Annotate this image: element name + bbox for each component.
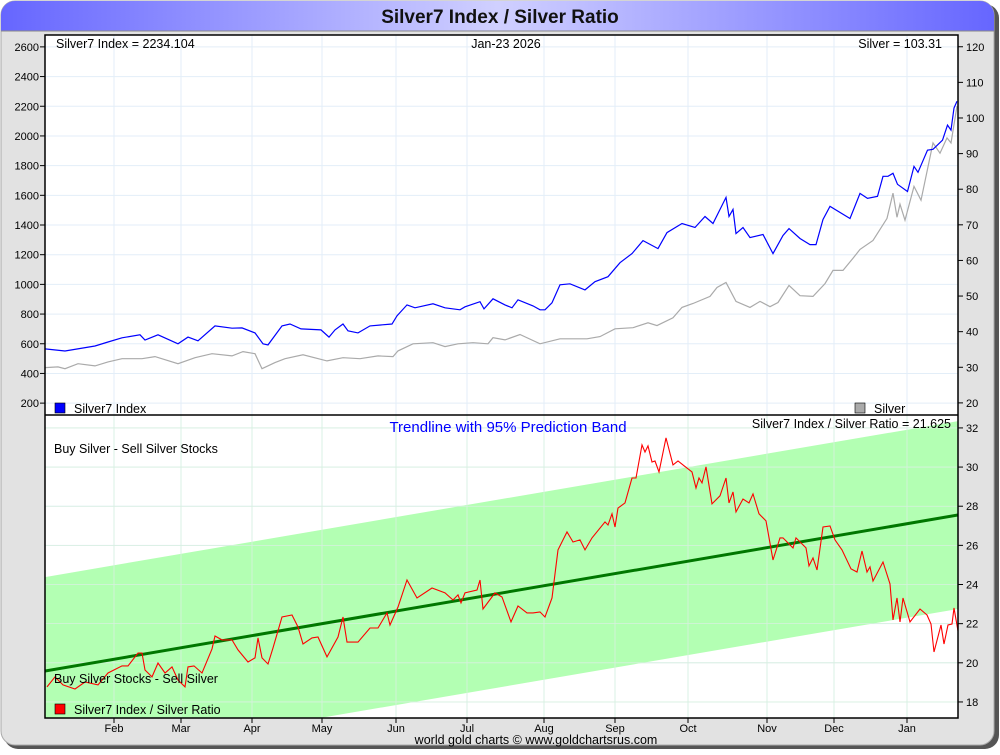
chart-title: Silver7 Index / Silver Ratio [381, 7, 619, 28]
y-right-tick-label: 80 [966, 184, 978, 196]
ratio-tick-label: 28 [966, 501, 978, 513]
silver-readout: Silver = 103.31 [858, 37, 942, 51]
annotation-buy-silver: Buy Silver - Sell Silver Stocks [54, 442, 218, 456]
y-right-tick-label: 90 [966, 149, 978, 161]
ratio-tick-label: 26 [966, 540, 978, 552]
annotation-buy-stocks: Buy Silver Stocks - Sell Silver [54, 672, 218, 686]
y-left-tick-label: 2600 [15, 42, 39, 54]
x-tick-label: Dec [824, 723, 844, 735]
chart-canvas: Silver7 Index / Silver Ratio Feb Mar Apr Ma… [0, 0, 999, 749]
y-right-tick-label: 100 [966, 113, 984, 125]
legend-swatch-silver [854, 402, 866, 414]
y-right-tick-label: 120 [966, 42, 984, 54]
y-right-tick-label: 50 [966, 291, 978, 303]
legend-label-silver: Silver [874, 402, 905, 416]
legend-label-ratio: Silver7 Index / Silver Ratio [74, 703, 221, 717]
x-tick-label: Nov [757, 723, 777, 735]
x-tick-label: May [312, 723, 333, 735]
y-left-tick-label: 600 [21, 339, 39, 351]
legend-swatch-ratio [54, 703, 66, 715]
x-tick-label: Jan [898, 723, 916, 735]
y-left-tick-label: 2400 [15, 72, 39, 84]
legend-label-index: Silver7 Index [74, 402, 147, 416]
ratio-tick-label: 30 [966, 462, 978, 474]
y-left-tick-label: 1800 [15, 161, 39, 173]
ratio-tick-label: 22 [966, 619, 978, 631]
ratio-tick-label: 20 [966, 658, 978, 670]
legend-swatch-index [54, 402, 66, 414]
x-tick-label: Oct [679, 723, 696, 735]
y-left-tick-label: 2200 [15, 101, 39, 113]
y-left-tick-label: 400 [21, 368, 39, 380]
x-tick-label: Feb [105, 723, 124, 735]
x-tick-label: Apr [243, 723, 260, 735]
y-right-tick-label: 40 [966, 327, 978, 339]
y-left-tick-label: 1400 [15, 220, 39, 232]
y-left-tick-label: 1600 [15, 190, 39, 202]
ratio-tick-label: 32 [966, 423, 978, 435]
ratio-tick-label: 24 [966, 580, 978, 592]
y-left-tick-label: 1200 [15, 250, 39, 262]
x-tick-label: Mar [172, 723, 191, 735]
y-left-tick-label: 1000 [15, 279, 39, 291]
ratio-tick-label: 18 [966, 697, 978, 709]
date-readout: Jan-23 2026 [471, 37, 541, 51]
y-right-tick-label: 30 [966, 362, 978, 374]
y-right-tick-label: 60 [966, 255, 978, 267]
y-right-tick-label: 70 [966, 220, 978, 232]
band-title: Trendline with 95% Prediction Band [389, 419, 626, 436]
y-right-tick-label: 110 [966, 77, 984, 89]
y-right-tick-label: 20 [966, 398, 978, 410]
y-left-tick-label: 800 [21, 309, 39, 321]
footer-credit: world gold charts © www.goldchartsrus.co… [414, 733, 658, 747]
ratio-readout: Silver7 Index / Silver Ratio = 21.625 [752, 417, 951, 431]
y-left-tick-label: 200 [21, 398, 39, 410]
index-readout: Silver7 Index = 2234.104 [56, 37, 195, 51]
x-tick-label: Jun [387, 723, 405, 735]
y-left-tick-label: 2000 [15, 131, 39, 143]
